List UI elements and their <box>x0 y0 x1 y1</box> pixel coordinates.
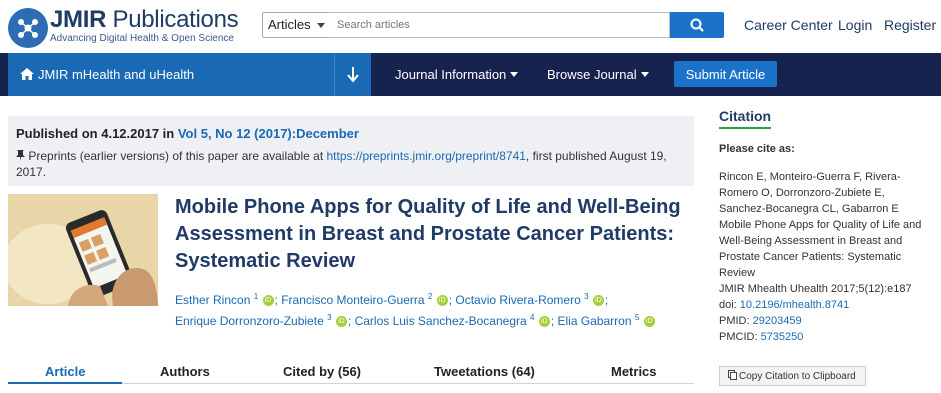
search-bar: Articles <box>262 12 724 38</box>
citation-body: Rincon E, Monteiro-Guerra F, Rivera-Rome… <box>719 171 922 279</box>
search-input[interactable] <box>329 12 670 38</box>
citation-heading: Citation <box>719 108 772 129</box>
article-thumbnail <box>8 194 158 306</box>
author-link[interactable]: Enrique Dorronzoro-Zubiete <box>175 314 324 328</box>
browse-journal-menu[interactable]: Browse Journal <box>547 67 649 82</box>
citation-text: Rincon E, Monteiro-Guerra F, Rivera-Rome… <box>719 169 934 345</box>
affiliation-number: 1 <box>253 292 259 301</box>
orcid-icon[interactable]: iD <box>592 295 604 307</box>
pmcid-link[interactable]: 5735250 <box>761 331 804 343</box>
tab-tweetations[interactable]: Tweetations (64) <box>434 364 535 379</box>
tab-cited-by[interactable]: Cited by (56) <box>283 364 361 379</box>
author-list: Esther Rincon 1 iD; Francisco Monteiro-G… <box>175 288 695 330</box>
home-icon <box>20 68 34 80</box>
affiliation-number: 2 <box>427 292 433 301</box>
brand-tagline: Advancing Digital Health & Open Science <box>50 33 234 44</box>
orcid-icon[interactable]: iD <box>643 316 655 328</box>
article-tabs: Article Authors Cited by (56) Tweetation… <box>8 360 694 384</box>
jmir-logo-icon[interactable] <box>8 8 48 48</box>
citation-pmid: PMID: 29203459 <box>719 315 802 327</box>
active-tab-indicator <box>8 382 122 384</box>
affiliation-number: 5 <box>634 313 640 322</box>
submit-article-button[interactable]: Submit Article <box>674 61 777 87</box>
citation-pmcid: PMCID: 5735250 <box>719 331 804 343</box>
orcid-icon[interactable]: iD <box>436 295 448 307</box>
article-title: Mobile Phone Apps for Quality of Life an… <box>175 196 681 272</box>
author-link[interactable]: Carlos Luis Sanchez-Bocanegra <box>355 314 527 328</box>
search-button[interactable] <box>670 12 724 38</box>
doi-link[interactable]: 10.2196/mhealth.8741 <box>740 299 849 311</box>
journal-home-link[interactable]: JMIR mHealth and uHealth <box>8 53 334 96</box>
tab-article[interactable]: Article <box>45 364 85 379</box>
top-header: JMIR Publications Advancing Digital Heal… <box>0 0 941 53</box>
volume-link[interactable]: Vol 5, No 12 (2017):December <box>178 126 359 141</box>
preprint-link[interactable]: https://preprints.jmir.org/preprint/8741 <box>326 149 525 163</box>
chevron-down-icon <box>640 72 649 77</box>
pushpin-icon <box>16 150 25 161</box>
career-center-link[interactable]: Career Center <box>744 17 833 33</box>
author-link[interactable]: Elia Gabarron <box>557 314 631 328</box>
journal-information-label: Journal Information <box>395 67 507 82</box>
tab-metrics[interactable]: Metrics <box>611 364 657 379</box>
affiliation-number: 3 <box>584 292 589 301</box>
preprint-note: Preprints (earlier versions) of this pap… <box>16 149 667 179</box>
journal-information-menu[interactable]: Journal Information <box>395 67 519 82</box>
orcid-icon[interactable]: iD <box>538 316 550 328</box>
brand-name: JMIR Publications <box>50 6 239 33</box>
journal-name: JMIR mHealth and uHealth <box>38 67 195 82</box>
author-link[interactable]: Esther Rincon <box>175 293 250 307</box>
search-scope-label: Articles <box>268 17 311 32</box>
publication-info: Published on 4.12.2017 in Vol 5, No 12 (… <box>8 116 694 186</box>
orcid-icon[interactable]: iD <box>335 316 347 328</box>
copy-icon <box>728 370 737 380</box>
affiliation-number: 3 <box>327 313 332 322</box>
login-link[interactable]: Login <box>838 17 872 33</box>
citation-doi: doi: 10.2196/mhealth.8741 <box>719 299 850 311</box>
author-link[interactable]: Octavio Rivera-Romero <box>455 293 580 307</box>
pmid-link[interactable]: 29203459 <box>753 315 802 327</box>
published-date: Published on 4.12.2017 in Vol 5, No 12 (… <box>16 126 359 141</box>
register-link[interactable]: Register <box>884 17 936 33</box>
copy-citation-label: Copy Citation to Clipboard <box>739 371 856 382</box>
chevron-down-icon <box>510 72 519 77</box>
affiliation-number: 4 <box>530 313 535 322</box>
copy-citation-button[interactable]: Copy Citation to Clipboard <box>719 366 866 386</box>
search-icon <box>690 18 704 32</box>
brand[interactable]: JMIR Publications Advancing Digital Heal… <box>50 6 239 44</box>
chevron-down-icon <box>317 23 325 28</box>
citation-journal-ref: JMIR Mhealth Uhealth 2017;5(12):e187 <box>719 283 912 295</box>
orcid-icon[interactable]: iD <box>262 295 274 307</box>
search-scope-select[interactable]: Articles <box>262 12 330 38</box>
author-link[interactable]: Francisco Monteiro-Guerra <box>281 293 424 307</box>
browse-journal-label: Browse Journal <box>547 67 637 82</box>
arrow-down-icon <box>347 67 359 83</box>
journal-menu-toggle[interactable] <box>334 53 371 96</box>
please-cite-label: Please cite as: <box>719 143 795 155</box>
main-navbar: JMIR mHealth and uHealth Journal Informa… <box>0 53 941 96</box>
tab-authors[interactable]: Authors <box>160 364 210 379</box>
citation-sidebar: Citation Please cite as: Rincon E, Monte… <box>719 108 934 386</box>
